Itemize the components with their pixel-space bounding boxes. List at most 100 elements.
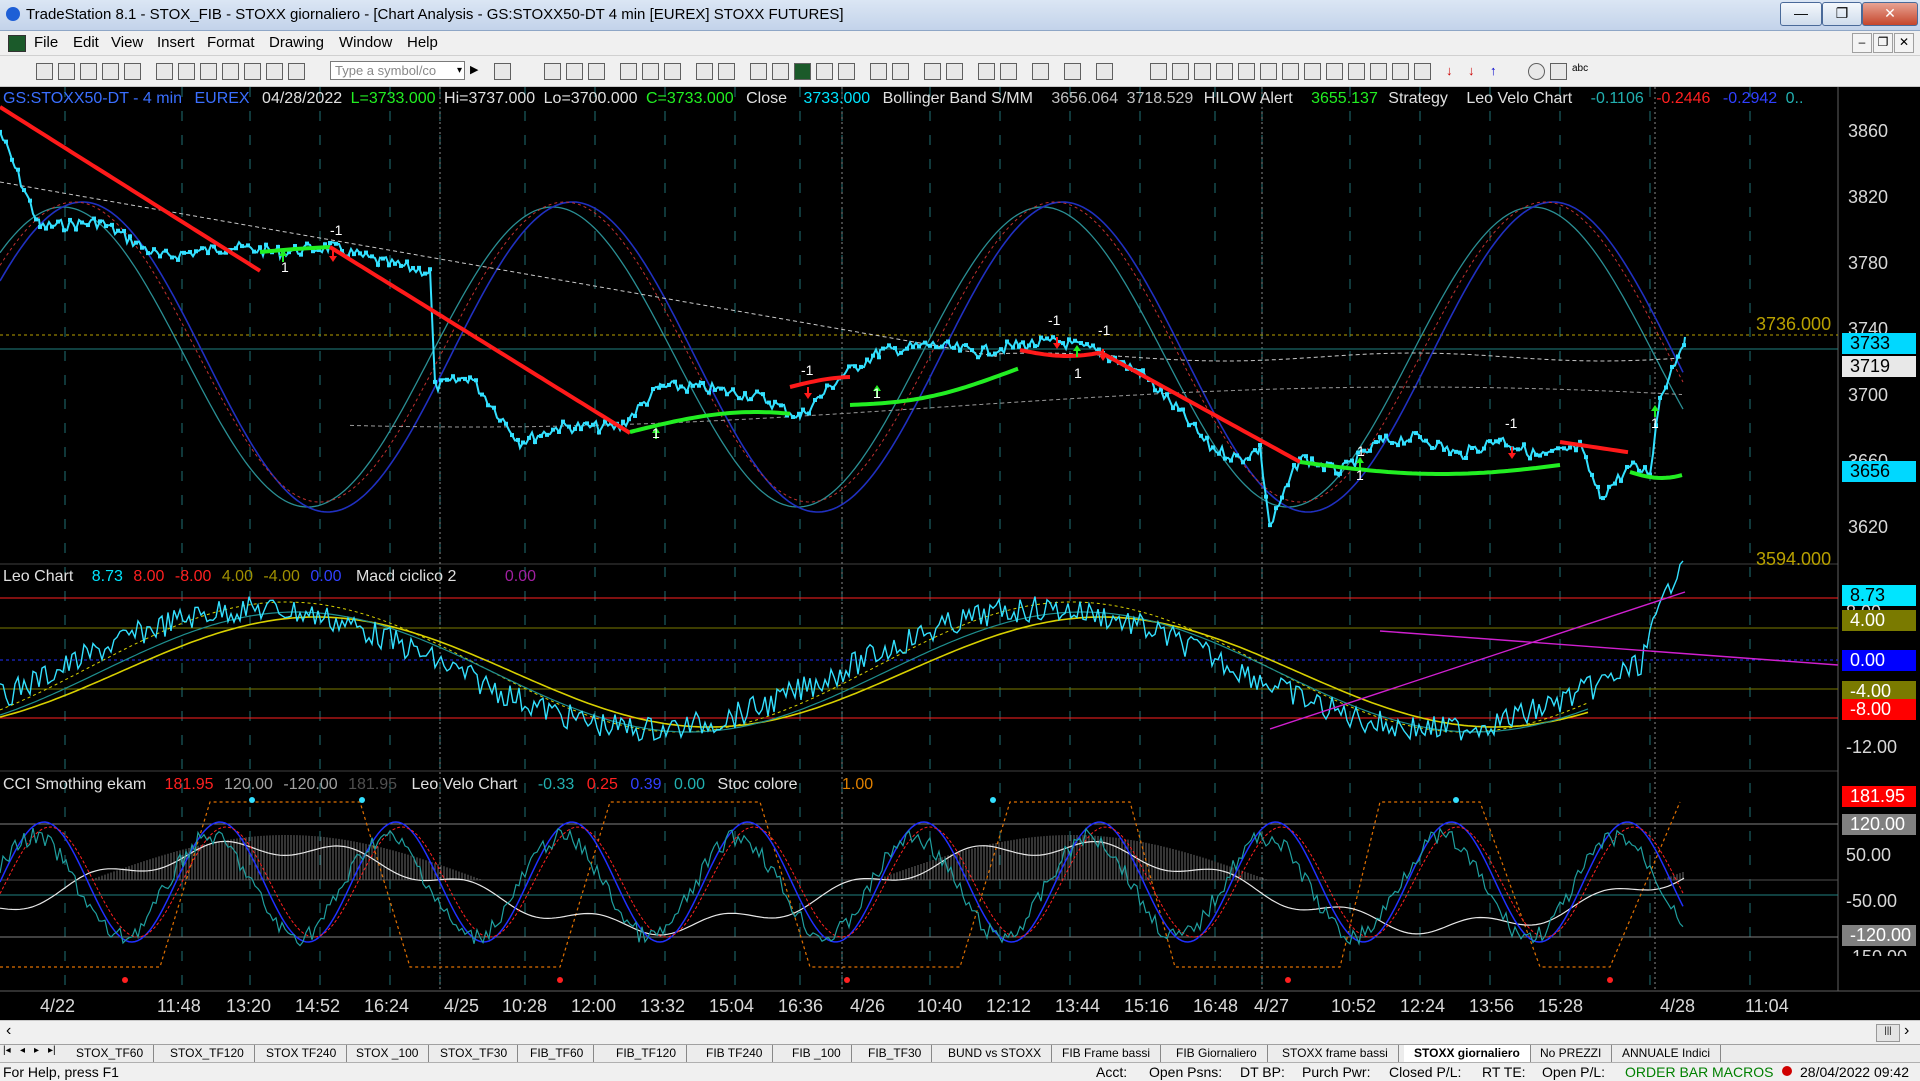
save-all-icon[interactable] [102, 63, 119, 80]
speed-lines-icon[interactable] [1260, 63, 1277, 80]
chart-analysis-icon[interactable] [544, 63, 561, 80]
macros-button[interactable]: MACROS [1712, 1064, 1773, 1080]
insert-strategy-icon[interactable] [642, 63, 659, 80]
tab-fib-tf30[interactable]: FIB_TF30 [858, 1045, 933, 1062]
ellipse-icon[interactable] [1528, 63, 1545, 80]
copy-icon[interactable] [200, 63, 217, 80]
tab-annuale-indici[interactable]: ANNUALE Indici [1612, 1045, 1722, 1062]
pointer-icon[interactable] [978, 63, 995, 80]
minimize-button[interactable]: — [1780, 2, 1822, 26]
zoom-out-icon[interactable] [946, 63, 963, 80]
text-icon[interactable]: abc [1572, 63, 1588, 78]
bar-chart-icon[interactable] [816, 63, 833, 80]
radarscreen-icon[interactable] [566, 63, 583, 80]
pen-icon[interactable] [1414, 63, 1431, 80]
tab-stoxx-frame-bassi[interactable]: STOXX frame bassi [1272, 1045, 1399, 1062]
chart-area[interactable]: GS:STOXX50-DT - 4 min EUREX 04/28/2022 L… [0, 87, 1920, 1020]
status-line-icon[interactable] [772, 63, 789, 80]
child-restore-button[interactable]: ❐ [1873, 33, 1893, 53]
order-bar-button[interactable]: ORDER BAR [1625, 1064, 1708, 1080]
format-window-icon[interactable] [718, 63, 735, 80]
save-icon[interactable] [80, 63, 97, 80]
symbol-lookup-icon[interactable] [494, 63, 511, 80]
arrow-down-red-icon[interactable]: ↓ [1468, 63, 1483, 78]
time-zone-icon[interactable] [1304, 63, 1321, 80]
child-minimize-button[interactable]: – [1852, 33, 1872, 53]
internet-icon[interactable] [266, 63, 283, 80]
data-window-icon[interactable] [750, 63, 767, 80]
scroll-thumb[interactable]: ||| [1876, 1024, 1900, 1042]
fan-icon[interactable] [1370, 63, 1387, 80]
tab-fib-tf240[interactable]: FIB TF240 [696, 1045, 774, 1062]
horizontal-scrollbar[interactable]: ‹ ||| › [0, 1020, 1920, 1045]
tab-bund-vs-stoxx[interactable]: BUND vs STOXX [938, 1045, 1053, 1062]
menu-drawing[interactable]: Drawing [269, 34, 324, 51]
gann-icon[interactable] [1238, 63, 1255, 80]
scroll-left-button[interactable]: ‹ [6, 1022, 11, 1040]
paste-icon[interactable] [222, 63, 239, 80]
tab-nav-next[interactable]: ▸ [34, 1045, 39, 1056]
tab-nav-prev[interactable]: ◂ [20, 1045, 25, 1056]
format-symbol-icon[interactable] [696, 63, 713, 80]
chart-style-icon[interactable] [794, 63, 811, 80]
insert-indicator-icon[interactable] [620, 63, 637, 80]
arrow-down-icon[interactable]: ↓ [1446, 63, 1461, 78]
symbol-input[interactable]: Type a symbol/co ▾ [330, 61, 465, 80]
tools-icon[interactable] [1032, 63, 1049, 80]
tab-fib-giornaliero[interactable]: FIB Giornaliero [1166, 1045, 1268, 1062]
macro-icon[interactable] [288, 63, 305, 80]
arrow-up-icon[interactable]: ↑ [1490, 63, 1505, 78]
maximize-button[interactable]: ❐ [1822, 2, 1862, 26]
menu-insert[interactable]: Insert [157, 34, 195, 51]
scroll-right-button[interactable]: › [1904, 1022, 1909, 1040]
chevron-down-icon[interactable]: ▾ [457, 62, 462, 79]
arc-icon[interactable] [1348, 63, 1365, 80]
play-icon[interactable]: ▶ [470, 63, 485, 78]
tab-fib-frame-bassi[interactable]: FIB Frame bassi [1052, 1045, 1162, 1062]
print-icon[interactable] [156, 63, 173, 80]
rectangle-icon[interactable] [1550, 63, 1567, 80]
menu-help[interactable]: Help [407, 34, 438, 51]
workspace-icon[interactable] [124, 63, 141, 80]
cycle-icon[interactable] [1326, 63, 1343, 80]
expand-icon[interactable] [892, 63, 909, 80]
child-close-button[interactable]: ✕ [1894, 33, 1914, 53]
tab-nav-last[interactable]: ▸| [48, 1045, 56, 1056]
tab-fib-tf120[interactable]: FIB_TF120 [606, 1045, 688, 1062]
tab-nav-first[interactable]: |◂ [3, 1045, 11, 1056]
tab-stox-tf30[interactable]: STOX_TF30 [430, 1045, 519, 1062]
chart-window-icon[interactable] [8, 35, 26, 52]
tab-stox-tf240[interactable]: STOX TF240 [256, 1045, 348, 1062]
close-button[interactable]: ✕ [1862, 2, 1918, 26]
tab-fib-tf60[interactable]: FIB_TF60 [520, 1045, 595, 1062]
andrews-icon[interactable] [1282, 63, 1299, 80]
crosshair-icon[interactable] [1000, 63, 1017, 80]
menu-format[interactable]: Format [207, 34, 255, 51]
format-icon[interactable] [244, 63, 261, 80]
menu-window[interactable]: Window [339, 34, 392, 51]
menu-file[interactable]: File [34, 34, 58, 51]
regression-icon[interactable] [1392, 63, 1409, 80]
open-icon[interactable] [58, 63, 75, 80]
new-icon[interactable] [36, 63, 53, 80]
insert-study-icon[interactable] [664, 63, 681, 80]
candlestick-icon[interactable] [838, 63, 855, 80]
menu-edit[interactable]: Edit [73, 34, 99, 51]
zoom-in-icon[interactable] [924, 63, 941, 80]
tab-stox-tf120[interactable]: STOX_TF120 [160, 1045, 255, 1062]
hline-icon[interactable] [1194, 63, 1211, 80]
channel-icon[interactable] [1172, 63, 1189, 80]
fib-icon[interactable] [1216, 63, 1233, 80]
tab-no-prezzi[interactable]: No PREZZI [1530, 1045, 1613, 1062]
trendline-icon[interactable] [1150, 63, 1167, 80]
order-bar-icon[interactable] [1064, 63, 1081, 80]
compress-icon[interactable] [870, 63, 887, 80]
matrix-icon[interactable] [588, 63, 605, 80]
tab-stox-tf60[interactable]: STOX_TF60 [66, 1045, 155, 1062]
tab-stox-100[interactable]: STOX _100 [346, 1045, 430, 1062]
tab-fib-100[interactable]: FIB _100 [782, 1045, 852, 1062]
options-icon[interactable] [1096, 63, 1113, 80]
cut-icon[interactable] [178, 63, 195, 80]
menu-view[interactable]: View [111, 34, 143, 51]
tab-stoxx-giornaliero[interactable]: STOXX giornaliero [1404, 1045, 1531, 1062]
